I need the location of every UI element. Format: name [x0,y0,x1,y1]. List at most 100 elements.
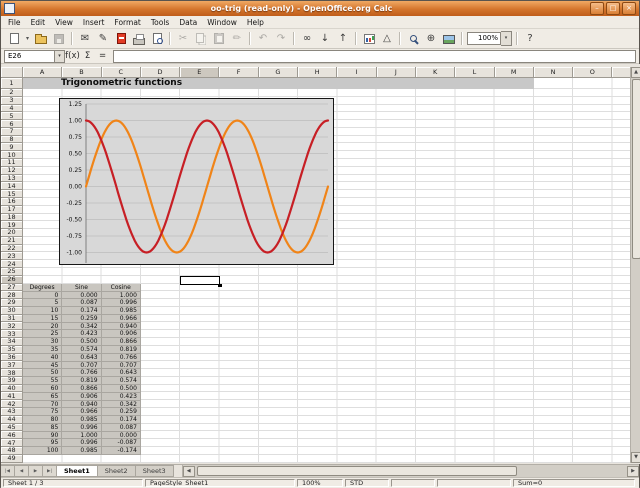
menu-format[interactable]: Format [109,18,145,27]
table-cell[interactable]: 5 [23,299,62,307]
table-cell[interactable]: 80 [23,416,62,424]
table-cell[interactable]: 60 [23,385,62,393]
sum-button[interactable]: Σ [80,50,95,63]
table-cell[interactable]: 0.766 [62,369,101,377]
table-cell[interactable]: 0.906 [62,393,101,401]
column-header-H[interactable]: H [298,67,337,78]
table-cell[interactable]: 0.000 [62,292,101,300]
sort-descending-button[interactable]: ↑ [334,30,352,47]
table-cell[interactable]: 1.000 [62,432,101,440]
table-cell[interactable]: 0.087 [102,424,141,432]
vertical-scrollbar[interactable]: ▲ ▼ [630,67,640,463]
column-header-D[interactable]: D [141,67,180,78]
zoom-combobox[interactable]: 100%▾ [467,31,512,46]
menu-help[interactable]: Help [242,18,269,27]
scroll-left-icon[interactable]: ◀ [183,466,195,477]
row-header-49[interactable]: 49 [1,455,23,463]
horizontal-scrollbar[interactable]: ◀ ▶ [182,465,639,477]
minimize-button[interactable]: – [590,2,604,15]
table-cell[interactable]: 0.766 [102,354,141,362]
print-button[interactable] [130,30,148,47]
table-cell[interactable]: 0.574 [62,346,101,354]
table-cell[interactable]: 0.423 [62,330,101,338]
table-cell[interactable]: 15 [23,315,62,323]
vertical-scroll-thumb[interactable] [632,79,640,259]
table-cell[interactable]: 0.940 [62,401,101,409]
name-box-dropdown-icon[interactable]: ▾ [54,51,64,62]
tab-last-button[interactable]: ▶| [43,465,57,477]
table-cell[interactable]: 1.000 [102,292,141,300]
column-header-F[interactable]: F [219,67,258,78]
sheet-title-cell[interactable]: Trigonometric functions [23,78,534,89]
menu-file[interactable]: File [3,18,26,27]
table-cell[interactable]: 0.259 [102,408,141,416]
table-cell[interactable]: 35 [23,346,62,354]
table-cell[interactable]: 0.342 [62,323,101,331]
table-cell[interactable]: 0.707 [102,362,141,370]
zoom-dropdown-icon[interactable]: ▾ [501,31,512,46]
table-cell[interactable]: 40 [23,354,62,362]
navigator-button[interactable]: ⊕ [422,30,440,47]
scroll-up-icon[interactable]: ▲ [631,67,640,78]
edit-file-button[interactable]: ✎ [94,30,112,47]
table-cell[interactable]: 0.996 [62,424,101,432]
menu-edit[interactable]: Edit [26,18,51,27]
table-cell[interactable]: 0.985 [102,307,141,315]
menu-window[interactable]: Window [202,18,242,27]
table-cell[interactable]: -0.174 [102,447,141,455]
table-cell[interactable]: 0.174 [102,416,141,424]
table-cell[interactable]: 0.259 [62,315,101,323]
table-cell[interactable]: 25 [23,330,62,338]
help-button[interactable]: ? [521,30,539,47]
cell-cursor[interactable] [180,276,220,286]
table-cell[interactable]: 0.342 [102,401,141,409]
export-pdf-button[interactable] [112,30,130,47]
table-cell[interactable]: 20 [23,323,62,331]
table-cell[interactable]: 0 [23,292,62,300]
table-cell[interactable]: 0.819 [62,377,101,385]
column-header-C[interactable]: C [102,67,141,78]
table-cell[interactable]: 30 [23,338,62,346]
column-header-K[interactable]: K [416,67,455,78]
column-header-L[interactable]: L [455,67,494,78]
table-cell[interactable]: 50 [23,369,62,377]
open-button[interactable] [32,30,50,47]
cell-reference-box[interactable]: E26 ▾ [4,50,65,63]
column-header-J[interactable]: J [377,67,416,78]
column-header-O[interactable]: O [573,67,612,78]
maximize-button[interactable]: □ [606,2,620,15]
column-header-I[interactable]: I [337,67,376,78]
column-header-A[interactable]: A [23,67,62,78]
table-cell[interactable]: 0.866 [62,385,101,393]
tab-next-button[interactable]: ▶ [29,465,43,477]
table-cell[interactable]: 0.985 [62,447,101,455]
column-header-E[interactable]: E [180,67,219,78]
table-cell[interactable]: 90 [23,432,62,440]
sheet-tab-sheet1[interactable]: Sheet1 [57,465,98,477]
table-cell[interactable]: 0.000 [102,432,141,440]
table-cell[interactable]: 0.819 [102,346,141,354]
scroll-down-icon[interactable]: ▼ [631,452,640,463]
find-replace-button[interactable] [404,30,422,47]
table-cell[interactable]: 0.996 [62,439,101,447]
tab-prev-button[interactable]: ◀ [15,465,29,477]
column-header-G[interactable]: G [259,67,298,78]
table-cell[interactable]: 0.500 [102,385,141,393]
table-cell[interactable]: 0.643 [62,354,101,362]
trig-data-table[interactable]: DegreesSineCosine00.0001.00050.0870.9961… [23,284,141,455]
table-cell[interactable]: 0.940 [102,323,141,331]
select-all-corner[interactable] [1,67,23,78]
table-cell[interactable]: 0.707 [62,362,101,370]
function-wizard-button[interactable]: f(x) [65,50,80,63]
row-header-1[interactable]: 1 [1,78,23,89]
table-cell[interactable]: 75 [23,408,62,416]
table-cell[interactable]: 55 [23,377,62,385]
new-document-button[interactable] [5,30,23,47]
formula-input[interactable] [113,50,636,63]
menu-insert[interactable]: Insert [78,18,110,27]
table-cell[interactable]: 0.087 [62,299,101,307]
table-cell[interactable]: 70 [23,401,62,409]
hyperlink-button[interactable]: ∞ [298,30,316,47]
document-as-email-button[interactable]: ✉ [76,30,94,47]
table-cell[interactable]: 0.643 [102,369,141,377]
